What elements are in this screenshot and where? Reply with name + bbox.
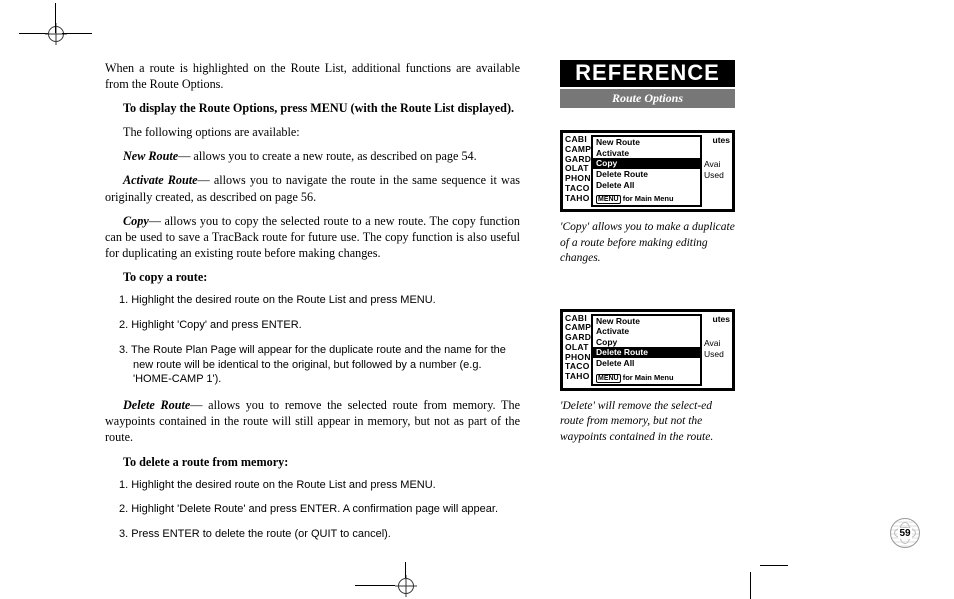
menu-footer: MENU for Main Menu xyxy=(596,194,697,204)
page-number-globe: 59 xyxy=(890,518,920,548)
figure-delete: CABI CAMP GARD OLAT PHON TACO TAHO utes … xyxy=(560,309,735,391)
menu-item-selected: Delete Route xyxy=(593,347,700,358)
menu-item-selected: Copy xyxy=(593,158,700,169)
delete-step-2: 2. Highlight 'Delete Route' and press EN… xyxy=(133,502,520,517)
menu-item: New Route xyxy=(593,137,700,148)
figure-right-vals: Avai Used xyxy=(704,338,730,360)
right-val: Used xyxy=(704,170,730,181)
page-number: 59 xyxy=(898,528,911,539)
right-val: Used xyxy=(704,349,730,360)
delete-label: Delete Route xyxy=(123,398,190,412)
delete-heading: To delete a route from memory: xyxy=(105,454,520,470)
sidebar-column: REFERENCE Route Options CABI CAMP GARD O… xyxy=(550,40,745,588)
activate-label: Activate Route xyxy=(123,173,198,187)
copy-steps: 1. Highlight the desired route on the Ro… xyxy=(105,293,520,387)
figure-copy: CABI CAMP GARD OLAT PHON TACO TAHO utes … xyxy=(560,130,735,212)
copy-step-1: 1. Highlight the desired route on the Ro… xyxy=(133,293,520,308)
reference-title: REFERENCE xyxy=(560,60,735,87)
right-val: Avai xyxy=(704,159,730,170)
menu-item: Activate xyxy=(593,326,700,337)
bg-label: TAHO xyxy=(565,194,591,204)
menu-item: New Route xyxy=(593,316,700,327)
figure-menu: New Route Activate Copy Delete Route Del… xyxy=(591,135,702,207)
delete-steps: 1. Highlight the desired route on the Ro… xyxy=(105,478,520,543)
menu-item: Delete All xyxy=(593,358,700,369)
reference-subtitle: Route Options xyxy=(560,89,735,108)
menu-button-icon: MENU xyxy=(596,374,621,383)
figure-menu: New Route Activate Copy Delete Route Del… xyxy=(591,314,702,386)
menu-item: Delete All xyxy=(593,180,700,191)
main-text-column: When a route is highlighted on the Route… xyxy=(95,40,530,588)
figure-right-vals: Avai Used xyxy=(704,159,730,181)
figure-right-head: utes xyxy=(713,135,730,147)
figure-bg-labels: CABI CAMP GARD OLAT PHON TACO TAHO xyxy=(565,314,591,382)
intro-para: When a route is highlighted on the Route… xyxy=(105,60,520,92)
menu-footer-text: for Main Menu xyxy=(623,194,674,203)
right-val: Avai xyxy=(704,338,730,349)
figure-right-head: utes xyxy=(713,314,730,326)
bg-label: TAHO xyxy=(565,372,591,382)
new-route-label: New Route xyxy=(123,149,178,163)
option-activate-route: Activate Route— allows you to navigate t… xyxy=(105,172,520,204)
menu-footer: MENU for Main Menu xyxy=(596,373,697,383)
menu-button-icon: MENU xyxy=(596,195,621,204)
menu-item: Delete Route xyxy=(593,169,700,180)
option-new-route: New Route— allows you to create a new ro… xyxy=(105,148,520,164)
new-route-text: — allows you to create a new route, as d… xyxy=(178,149,477,163)
option-delete-route: Delete Route— allows you to remove the s… xyxy=(105,397,520,445)
option-copy: Copy— allows you to copy the selected ro… xyxy=(105,213,520,261)
display-instruction: To display the Route Options, press MENU… xyxy=(105,100,520,116)
caption-copy: 'Copy' allows you to make a duplicate of… xyxy=(560,220,735,267)
caption-delete: 'Delete' will remove the select-ed route… xyxy=(560,399,735,446)
copy-text: — allows you to copy the selected route … xyxy=(105,214,520,260)
menu-item: Copy xyxy=(593,337,700,348)
following-options: The following options are available: xyxy=(105,124,520,140)
delete-step-3: 3. Press ENTER to delete the route (or Q… xyxy=(133,527,520,542)
copy-heading: To copy a route: xyxy=(105,269,520,285)
copy-step-3: 3. The Route Plan Page will appear for t… xyxy=(133,343,520,388)
menu-item: Activate xyxy=(593,148,700,159)
delete-step-1: 1. Highlight the desired route on the Ro… xyxy=(133,478,520,493)
copy-step-2: 2. Highlight 'Copy' and press ENTER. xyxy=(133,318,520,333)
menu-footer-text: for Main Menu xyxy=(623,373,674,382)
figure-bg-labels: CABI CAMP GARD OLAT PHON TACO TAHO xyxy=(565,135,591,203)
copy-label: Copy xyxy=(123,214,149,228)
